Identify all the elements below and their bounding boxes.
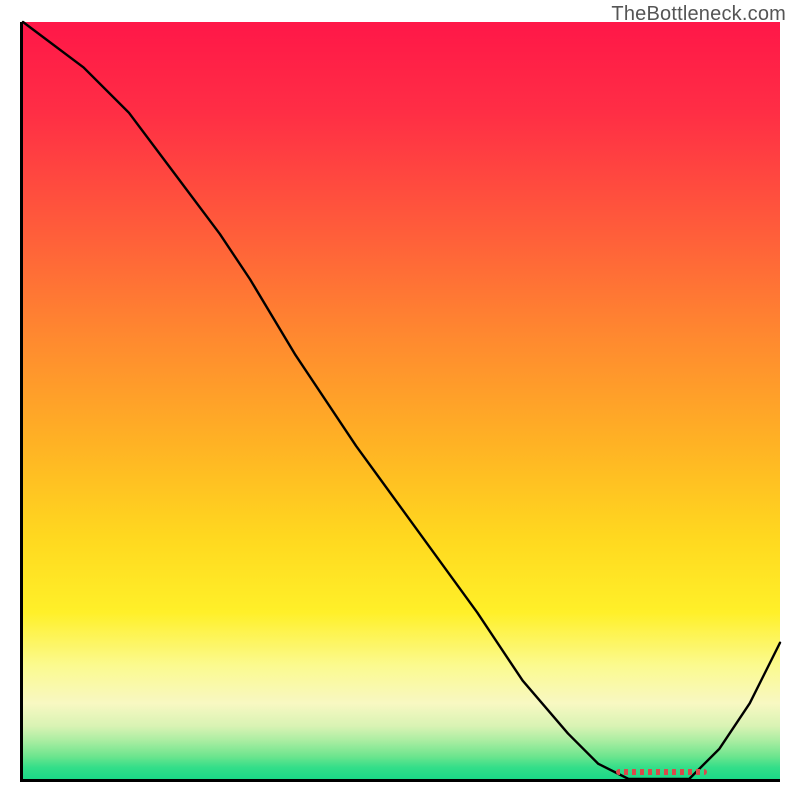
attribution-text: TheBottleneck.com — [611, 3, 786, 26]
optimal-zone-marker — [616, 769, 707, 775]
optimal-zone-marker-fill — [616, 769, 707, 775]
chart-plot-area — [20, 22, 780, 782]
bottleneck-curve — [23, 22, 780, 779]
